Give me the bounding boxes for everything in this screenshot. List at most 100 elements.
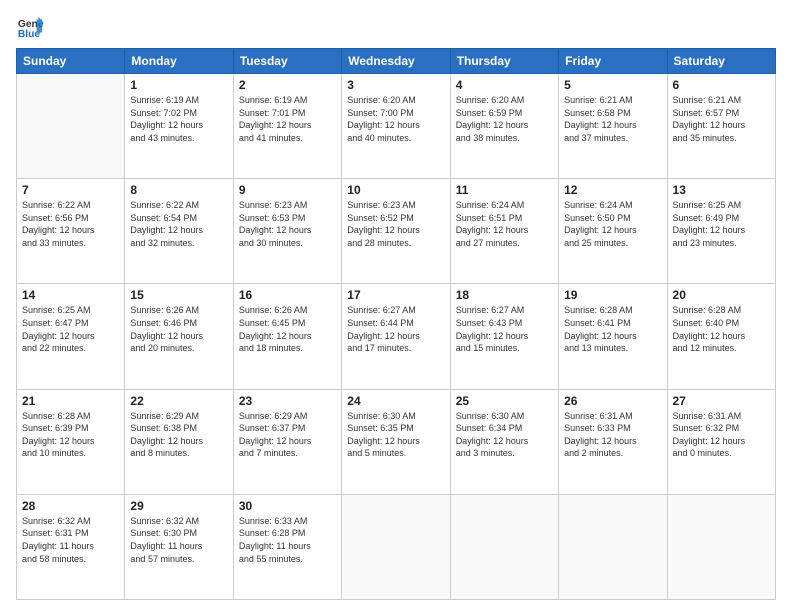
- calendar-cell: 27 Sunrise: 6:31 AM Sunset: 6:32 PM Dayli…: [667, 389, 775, 494]
- day-number: 20: [673, 288, 770, 302]
- day-number: 16: [239, 288, 336, 302]
- calendar-cell: 12Sunrise: 6:24 AM Sunset: 6:50 PM Dayli…: [559, 179, 667, 284]
- cell-sun-info: Sunrise: 6:29 AM Sunset: 6:38 PM Dayligh…: [130, 410, 227, 460]
- cell-sun-info: Sunrise: 6:23 AM Sunset: 6:52 PM Dayligh…: [347, 199, 444, 249]
- cell-sun-info: Sunrise: 6:32 AM Sunset: 6:30 PM Dayligh…: [130, 515, 227, 565]
- cell-sun-info: Sunrise: 6:28 AM Sunset: 6:39 PM Dayligh…: [22, 410, 119, 460]
- calendar-cell: 19 Sunrise: 6:28 AM Sunset: 6:41 PM Dayli…: [559, 284, 667, 389]
- cell-sun-info: Sunrise: 6:30 AM Sunset: 6:35 PM Dayligh…: [347, 410, 444, 460]
- cell-sun-info: Sunrise: 6:23 AM Sunset: 6:53 PM Dayligh…: [239, 199, 336, 249]
- calendar-cell: 29 Sunrise: 6:32 AM Sunset: 6:30 PM Dayli…: [125, 494, 233, 599]
- day-number: 14: [22, 288, 119, 302]
- calendar-cell: 7 Sunrise: 6:22 AM Sunset: 6:56 PM Daylig…: [17, 179, 125, 284]
- day-number: 17: [347, 288, 444, 302]
- cell-sun-info: Sunrise: 6:33 AM Sunset: 6:28 PM Dayligh…: [239, 515, 336, 565]
- day-number: 4: [456, 78, 553, 92]
- calendar-cell: 18Sunrise: 6:27 AM Sunset: 6:43 PM Dayli…: [450, 284, 558, 389]
- weekday-header: Sunday: [17, 49, 125, 74]
- calendar-cell: 5 Sunrise: 6:21 AM Sunset: 6:58 PM Daylig…: [559, 74, 667, 179]
- calendar-week-row: 14 Sunrise: 6:25 AM Sunset: 6:47 PM Dayli…: [17, 284, 776, 389]
- calendar-cell: [17, 74, 125, 179]
- day-number: 3: [347, 78, 444, 92]
- calendar-week-row: 21Sunrise: 6:28 AM Sunset: 6:39 PM Dayli…: [17, 389, 776, 494]
- cell-sun-info: Sunrise: 6:22 AM Sunset: 6:56 PM Dayligh…: [22, 199, 119, 249]
- cell-sun-info: Sunrise: 6:21 AM Sunset: 6:57 PM Dayligh…: [673, 94, 770, 144]
- cell-sun-info: Sunrise: 6:25 AM Sunset: 6:47 PM Dayligh…: [22, 304, 119, 354]
- calendar-cell: 1 Sunrise: 6:19 AM Sunset: 7:02 PM Daylig…: [125, 74, 233, 179]
- weekday-header: Saturday: [667, 49, 775, 74]
- calendar-cell: 9Sunrise: 6:23 AM Sunset: 6:53 PM Daylig…: [233, 179, 341, 284]
- cell-sun-info: Sunrise: 6:20 AM Sunset: 6:59 PM Dayligh…: [456, 94, 553, 144]
- cell-sun-info: Sunrise: 6:27 AM Sunset: 6:44 PM Dayligh…: [347, 304, 444, 354]
- calendar-cell: 16Sunrise: 6:26 AM Sunset: 6:45 PM Dayli…: [233, 284, 341, 389]
- calendar-cell: 23Sunrise: 6:29 AM Sunset: 6:37 PM Dayli…: [233, 389, 341, 494]
- cell-sun-info: Sunrise: 6:28 AM Sunset: 6:40 PM Dayligh…: [673, 304, 770, 354]
- cell-sun-info: Sunrise: 6:31 AM Sunset: 6:33 PM Dayligh…: [564, 410, 661, 460]
- weekday-header: Friday: [559, 49, 667, 74]
- cell-sun-info: Sunrise: 6:31 AM Sunset: 6:32 PM Dayligh…: [673, 410, 770, 460]
- calendar-cell: 22 Sunrise: 6:29 AM Sunset: 6:38 PM Dayli…: [125, 389, 233, 494]
- day-number: 7: [22, 183, 119, 197]
- cell-sun-info: Sunrise: 6:20 AM Sunset: 7:00 PM Dayligh…: [347, 94, 444, 144]
- day-number: 11: [456, 183, 553, 197]
- day-number: 8: [130, 183, 227, 197]
- calendar-cell: 26 Sunrise: 6:31 AM Sunset: 6:33 PM Dayli…: [559, 389, 667, 494]
- day-number: 1: [130, 78, 227, 92]
- calendar-cell: 4 Sunrise: 6:20 AM Sunset: 6:59 PM Daylig…: [450, 74, 558, 179]
- calendar-week-row: 1 Sunrise: 6:19 AM Sunset: 7:02 PM Daylig…: [17, 74, 776, 179]
- cell-sun-info: Sunrise: 6:19 AM Sunset: 7:01 PM Dayligh…: [239, 94, 336, 144]
- day-number: 5: [564, 78, 661, 92]
- cell-sun-info: Sunrise: 6:32 AM Sunset: 6:31 PM Dayligh…: [22, 515, 119, 565]
- calendar-cell: 2 Sunrise: 6:19 AM Sunset: 7:01 PM Daylig…: [233, 74, 341, 179]
- day-number: 25: [456, 394, 553, 408]
- day-number: 22: [130, 394, 227, 408]
- logo: General Blue: [16, 12, 44, 40]
- calendar-cell: [667, 494, 775, 599]
- day-number: 10: [347, 183, 444, 197]
- cell-sun-info: Sunrise: 6:28 AM Sunset: 6:41 PM Dayligh…: [564, 304, 661, 354]
- calendar-week-row: 28 Sunrise: 6:32 AM Sunset: 6:31 PM Dayli…: [17, 494, 776, 599]
- cell-sun-info: Sunrise: 6:27 AM Sunset: 6:43 PM Dayligh…: [456, 304, 553, 354]
- calendar-cell: 14 Sunrise: 6:25 AM Sunset: 6:47 PM Dayli…: [17, 284, 125, 389]
- calendar-cell: 10 Sunrise: 6:23 AM Sunset: 6:52 PM Dayli…: [342, 179, 450, 284]
- calendar-week-row: 7 Sunrise: 6:22 AM Sunset: 6:56 PM Daylig…: [17, 179, 776, 284]
- cell-sun-info: Sunrise: 6:21 AM Sunset: 6:58 PM Dayligh…: [564, 94, 661, 144]
- calendar-cell: 11 Sunrise: 6:24 AM Sunset: 6:51 PM Dayli…: [450, 179, 558, 284]
- weekday-header: Wednesday: [342, 49, 450, 74]
- day-number: 27: [673, 394, 770, 408]
- day-number: 24: [347, 394, 444, 408]
- day-number: 23: [239, 394, 336, 408]
- calendar-cell: 30 Sunrise: 6:33 AM Sunset: 6:28 PM Dayli…: [233, 494, 341, 599]
- logo-icon: General Blue: [16, 12, 44, 40]
- calendar-cell: [342, 494, 450, 599]
- day-number: 19: [564, 288, 661, 302]
- day-number: 26: [564, 394, 661, 408]
- day-number: 29: [130, 499, 227, 513]
- cell-sun-info: Sunrise: 6:22 AM Sunset: 6:54 PM Dayligh…: [130, 199, 227, 249]
- cell-sun-info: Sunrise: 6:25 AM Sunset: 6:49 PM Dayligh…: [673, 199, 770, 249]
- day-number: 28: [22, 499, 119, 513]
- calendar-header-row: SundayMondayTuesdayWednesdayThursdayFrid…: [17, 49, 776, 74]
- cell-sun-info: Sunrise: 6:24 AM Sunset: 6:50 PM Dayligh…: [564, 199, 661, 249]
- weekday-header: Tuesday: [233, 49, 341, 74]
- calendar-cell: 6 Sunrise: 6:21 AM Sunset: 6:57 PM Daylig…: [667, 74, 775, 179]
- day-number: 6: [673, 78, 770, 92]
- cell-sun-info: Sunrise: 6:19 AM Sunset: 7:02 PM Dayligh…: [130, 94, 227, 144]
- calendar-cell: 8 Sunrise: 6:22 AM Sunset: 6:54 PM Daylig…: [125, 179, 233, 284]
- page-header: General Blue: [16, 12, 776, 40]
- calendar-cell: 24 Sunrise: 6:30 AM Sunset: 6:35 PM Dayli…: [342, 389, 450, 494]
- calendar-cell: 13 Sunrise: 6:25 AM Sunset: 6:49 PM Dayli…: [667, 179, 775, 284]
- day-number: 30: [239, 499, 336, 513]
- calendar-cell: 25 Sunrise: 6:30 AM Sunset: 6:34 PM Dayli…: [450, 389, 558, 494]
- cell-sun-info: Sunrise: 6:24 AM Sunset: 6:51 PM Dayligh…: [456, 199, 553, 249]
- day-number: 13: [673, 183, 770, 197]
- calendar-table: SundayMondayTuesdayWednesdayThursdayFrid…: [16, 48, 776, 600]
- calendar-cell: 3 Sunrise: 6:20 AM Sunset: 7:00 PM Daylig…: [342, 74, 450, 179]
- calendar-cell: 28 Sunrise: 6:32 AM Sunset: 6:31 PM Dayli…: [17, 494, 125, 599]
- cell-sun-info: Sunrise: 6:30 AM Sunset: 6:34 PM Dayligh…: [456, 410, 553, 460]
- calendar-cell: 21Sunrise: 6:28 AM Sunset: 6:39 PM Dayli…: [17, 389, 125, 494]
- day-number: 2: [239, 78, 336, 92]
- cell-sun-info: Sunrise: 6:26 AM Sunset: 6:46 PM Dayligh…: [130, 304, 227, 354]
- calendar-cell: [450, 494, 558, 599]
- calendar-cell: 20 Sunrise: 6:28 AM Sunset: 6:40 PM Dayli…: [667, 284, 775, 389]
